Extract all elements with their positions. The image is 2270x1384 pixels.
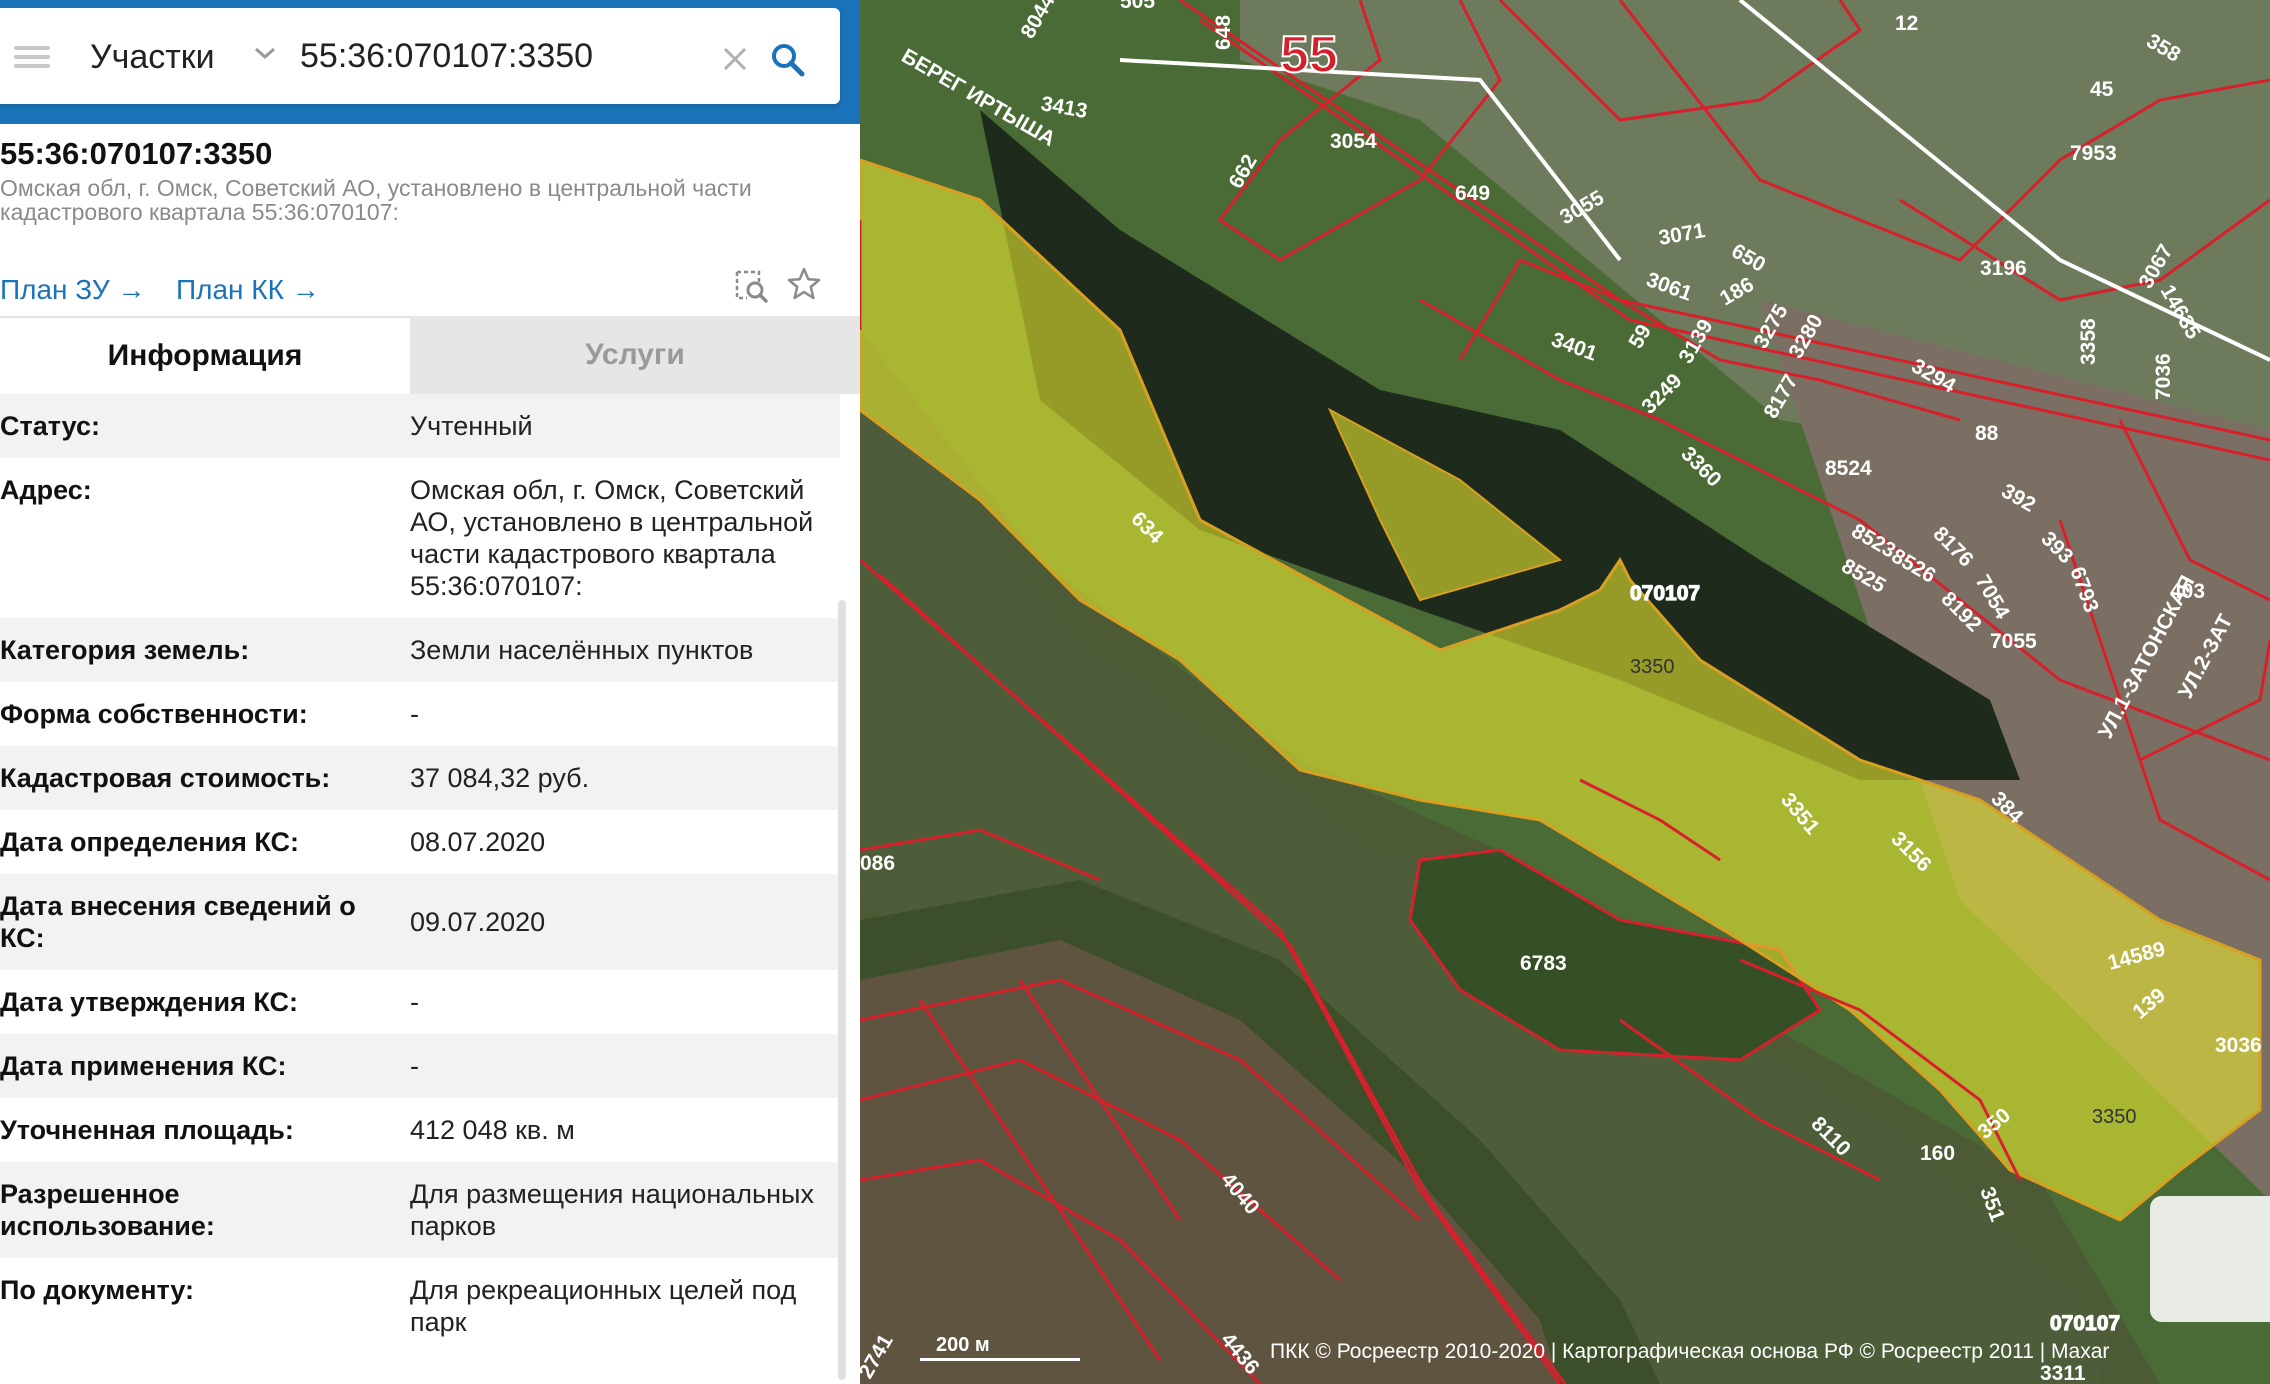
info-label: Дата определения КС:: [0, 827, 300, 857]
info-row: Дата внесения сведений о КС: 09.07.2020: [0, 874, 840, 970]
parcel-address: Омская обл, г. Омск, Советский АО, устан…: [0, 175, 752, 225]
info-row: Разрешенное использование: Для размещения…: [0, 1162, 840, 1258]
tabs: Информация Услуги: [0, 316, 860, 394]
info-value: -: [410, 987, 419, 1017]
plan-kk-label: План КК: [176, 274, 284, 305]
info-label: Дата применения КС:: [0, 1051, 287, 1081]
close-icon[interactable]: [722, 46, 748, 72]
minimap[interactable]: [2150, 1196, 2270, 1322]
parcel-label[interactable]: 88: [1975, 422, 1999, 445]
tab-services[interactable]: Услуги: [410, 316, 860, 394]
parcel-label[interactable]: 086: [860, 852, 895, 875]
plan-kk-link[interactable]: План КК →: [176, 274, 320, 306]
parcel-label[interactable]: 7036: [2152, 353, 2175, 400]
info-row: Форма собственности: -: [0, 682, 840, 746]
parcel-label[interactable]: 8524: [1825, 457, 1872, 480]
info-panel: Участки 55:36:070107:3350 Омская обл, г.…: [0, 0, 860, 1384]
parcel-label[interactable]: 7055: [1990, 630, 2037, 653]
info-value: Земли населённых пунктов: [410, 635, 754, 665]
info-label: Уточненная площадь:: [0, 1115, 294, 1145]
info-row: Дата определения КС: 08.07.2020: [0, 810, 840, 874]
parcel-label[interactable]: 649: [1455, 182, 1490, 205]
parcel-label-selected[interactable]: 3350: [2092, 1106, 2137, 1128]
parcel-label[interactable]: 3311: [2040, 1362, 2086, 1384]
scale-bar: [920, 1358, 1080, 1361]
parcel-label[interactable]: 6783: [1520, 952, 1567, 975]
info-value: -: [410, 1051, 419, 1081]
scale-label: 200 м: [936, 1334, 990, 1356]
search-type-select[interactable]: Участки: [90, 38, 215, 77]
info-row: Уточненная площадь: 412 048 кв. м: [0, 1098, 840, 1162]
arrow-right-icon: →: [117, 274, 146, 305]
info-row: По документу: Для рекреационных целей под…: [0, 1258, 840, 1354]
info-label: По документу:: [0, 1275, 195, 1305]
parcel-label[interactable]: 403: [2170, 580, 2205, 603]
tab-information[interactable]: Информация: [0, 316, 410, 394]
parcel-label[interactable]: 45: [2090, 78, 2114, 101]
map-view[interactable]: 55 БЕРЕГ ИРТЫША УЛ.1-ЗАТОНСКАЯ УЛ.2-ЗАТ …: [860, 0, 2270, 1384]
info-value: -: [410, 699, 419, 729]
parcel-label[interactable]: 3036: [2215, 1034, 2262, 1057]
search-bar: Участки: [0, 0, 860, 124]
info-row: Дата утверждения КС: -: [0, 970, 840, 1034]
info-row: Дата применения КС: -: [0, 1034, 840, 1098]
parcel-title: 55:36:070107:3350: [0, 136, 273, 171]
info-value: 37 084,32 руб.: [410, 763, 590, 793]
info-row: Категория земель: Земли населённых пункто…: [0, 618, 840, 682]
info-table: Статус: Учтенный Адрес: Омская обл, г. Омс…: [0, 394, 840, 1354]
quarter-label: 070107: [1630, 582, 1700, 605]
map-copyright: ПКК © Росреестр 2010-2020 | Картографиче…: [1270, 1340, 2110, 1363]
info-label: Дата утверждения КС:: [0, 987, 299, 1017]
info-label: Категория земель:: [0, 635, 250, 665]
plan-zu-link[interactable]: План ЗУ →: [0, 274, 145, 306]
parcel-label-selected[interactable]: 3350: [1630, 656, 1675, 678]
map-canvas[interactable]: 55 БЕРЕГ ИРТЫША УЛ.1-ЗАТОНСКАЯ УЛ.2-ЗАТ …: [860, 0, 2270, 1384]
chevron-down-icon[interactable]: [250, 38, 280, 68]
parcel-label[interactable]: 160: [1920, 1142, 1955, 1165]
arrow-right-icon: →: [291, 274, 320, 305]
scrollbar[interactable]: [838, 600, 846, 1380]
info-label: Форма собственности:: [0, 699, 308, 729]
search-input[interactable]: [300, 32, 700, 80]
plan-zu-label: План ЗУ: [0, 274, 110, 305]
parcel-label[interactable]: 648: [1212, 15, 1235, 50]
star-icon[interactable]: [786, 266, 822, 302]
search-box: Участки: [0, 8, 840, 104]
zoom-to-object-icon[interactable]: [733, 268, 769, 304]
info-label: Адрес:: [0, 475, 92, 505]
info-value: Учтенный: [410, 411, 533, 441]
parcel-label[interactable]: 3358: [2077, 318, 2100, 365]
info-row: Статус: Учтенный: [0, 394, 840, 458]
parcel-label[interactable]: 3196: [1980, 257, 2027, 280]
parcel-label[interactable]: 3054: [1330, 130, 1377, 153]
parcel-label[interactable]: 12: [1895, 12, 1918, 35]
search-icon[interactable]: [770, 42, 806, 78]
info-label: Разрешенное использование:: [0, 1179, 215, 1241]
info-label: Статус:: [0, 411, 100, 441]
info-value: 08.07.2020: [410, 827, 546, 857]
road-number: 55: [1280, 26, 1338, 84]
info-row: Адрес: Омская обл, г. Омск, Советский АО,…: [0, 458, 840, 618]
info-value: 412 048 кв. м: [410, 1115, 575, 1145]
parcel-label[interactable]: 505: [1120, 0, 1155, 13]
info-value: Омская обл, г. Омск, Советский АО, устан…: [410, 475, 814, 601]
parcel-label[interactable]: 7953: [2070, 142, 2117, 165]
info-label: Кадастровая стоимость:: [0, 763, 331, 793]
info-value: Для рекреационных целей под парк: [410, 1275, 797, 1337]
menu-icon[interactable]: [14, 46, 50, 68]
info-value: 09.07.2020: [410, 907, 546, 937]
info-row: Кадастровая стоимость: 37 084,32 руб.: [0, 746, 840, 810]
info-value: Для размещения национальных парков: [410, 1179, 814, 1241]
info-label: Дата внесения сведений о КС:: [0, 891, 356, 953]
quarter-label: 070107: [2050, 1312, 2120, 1335]
